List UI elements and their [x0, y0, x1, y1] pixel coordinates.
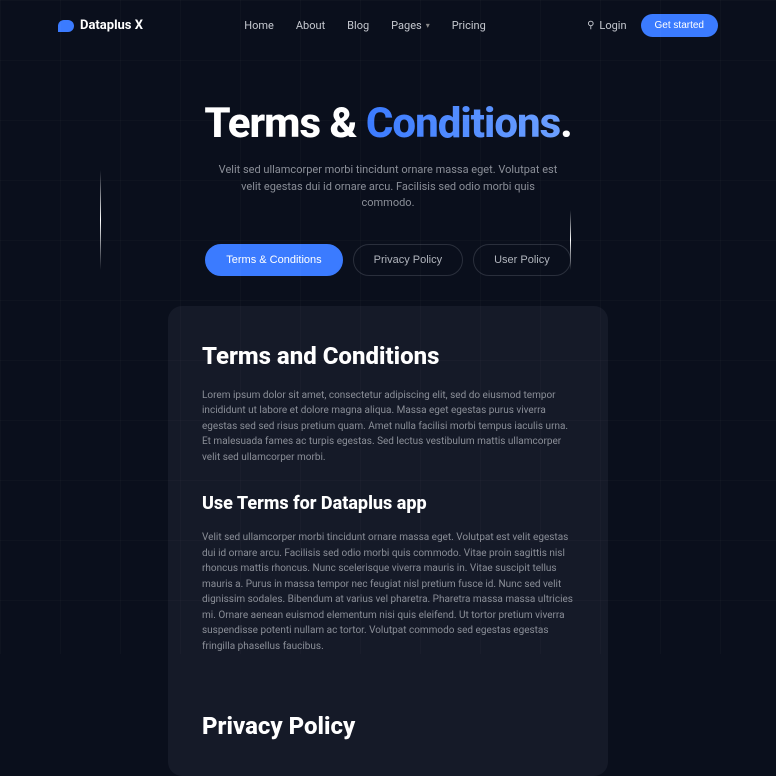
login-link[interactable]: ⚲ Login [587, 19, 626, 32]
accent-line-left [100, 170, 101, 270]
login-label: Login [599, 19, 626, 32]
section-title-privacy: Privacy Policy [202, 712, 574, 740]
chevron-down-icon: ▾ [426, 21, 430, 30]
tab-privacy[interactable]: Privacy Policy [353, 244, 463, 276]
nav-links: Home About Blog Pages ▾ Pricing [244, 19, 486, 32]
title-suffix: . [560, 99, 571, 148]
get-started-button[interactable]: Get started [641, 14, 718, 37]
cloud-icon [58, 20, 74, 32]
section-title-use-terms: Use Terms for Dataplus app [202, 493, 574, 514]
brand-name: Dataplus X [80, 18, 143, 33]
hero: Terms & Conditions. Velit sed ullamcorpe… [0, 51, 776, 276]
nav-link-home[interactable]: Home [244, 19, 274, 32]
section-title-terms: Terms and Conditions [202, 342, 574, 370]
page-title: Terms & Conditions. [0, 99, 776, 148]
brand[interactable]: Dataplus X [58, 18, 143, 33]
tab-user-policy[interactable]: User Policy [473, 244, 571, 276]
nav-link-about[interactable]: About [296, 19, 325, 32]
title-pre: Terms & [204, 99, 366, 148]
tab-terms[interactable]: Terms & Conditions [205, 244, 342, 276]
section-body-terms: Lorem ipsum dolor sit amet, consectetur … [202, 388, 574, 466]
key-icon: ⚲ [587, 20, 594, 31]
title-accent: Conditions [366, 99, 560, 148]
section-body-use-terms: Velit sed ullamcorper morbi tincidunt or… [202, 530, 574, 654]
nav-link-label: Pages [391, 19, 422, 32]
accent-line-right [570, 210, 571, 270]
page-subtitle: Velit sed ullamcorper morbi tincidunt or… [218, 162, 558, 212]
nav-link-pages[interactable]: Pages ▾ [391, 19, 430, 32]
nav-right: ⚲ Login Get started [587, 14, 718, 37]
nav-link-blog[interactable]: Blog [347, 19, 369, 32]
content-card: Terms and Conditions Lorem ipsum dolor s… [168, 306, 608, 776]
main-nav: Dataplus X Home About Blog Pages ▾ Prici… [0, 0, 776, 51]
tabs: Terms & Conditions Privacy Policy User P… [0, 244, 776, 276]
nav-link-pricing[interactable]: Pricing [452, 19, 486, 32]
